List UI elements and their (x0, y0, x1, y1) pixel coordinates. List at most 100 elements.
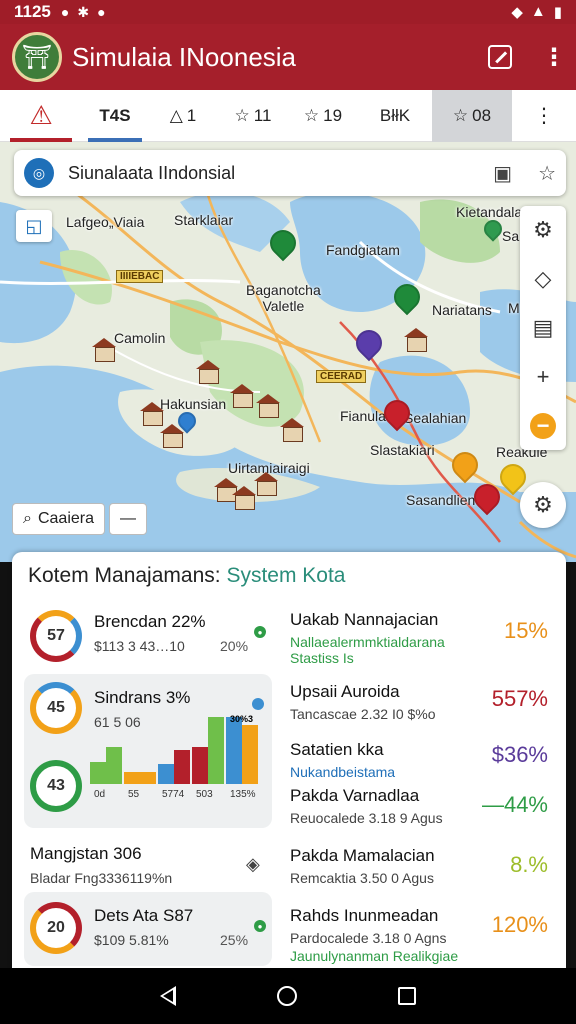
house-marker[interactable] (196, 360, 220, 384)
right-item[interactable]: Pakda Mamalacian Remcaktia 3.50 0 Agus 8… (290, 844, 560, 892)
right-item-title: Satatien kka (290, 740, 384, 759)
tab-bk[interactable]: BłłK (358, 90, 432, 142)
left-card-chart[interactable]: 45 Sindrans 3% 61 5 06 43 0d 55 5774 503 135… (24, 674, 272, 828)
right-item-sub: Pardocalede 3.18 0 Agns (290, 930, 447, 946)
settings-gear-icon[interactable]: ⚙ (520, 482, 566, 528)
right-item-value: —44% (481, 792, 548, 817)
tab-star-08[interactable]: ☆ 08 (432, 89, 512, 142)
recents-icon[interactable] (397, 987, 416, 1005)
map-search-title: Siunalaata IIndonsial (68, 162, 236, 183)
tab-warning[interactable]: ⚠ (0, 90, 82, 142)
left-card-title: Dets Ata S87 (94, 906, 194, 925)
chart-bar (208, 716, 224, 784)
star-icon[interactable]: ☆ (538, 161, 556, 186)
house-marker[interactable] (140, 402, 164, 426)
right-item[interactable]: Pakda Varnadlaa Reuocalede 3.18 9 Agus —… (290, 784, 560, 832)
tab-label: T4S (99, 105, 131, 125)
tab-t4s[interactable]: T4S (82, 90, 148, 142)
left-card-sub: $113 3 43…10 (94, 638, 185, 654)
chart-tick-label: 0d (94, 789, 106, 800)
map-view[interactable]: Lafgeo„Viaia Starklaiar Fandgiatam Bagan… (0, 142, 576, 562)
left-card[interactable]: 57 Brencdan 22% $113 3 43…10 20% ● (24, 604, 272, 672)
status-dot-icon: ● (254, 626, 266, 638)
eraser-icon[interactable]: ◇ (535, 266, 552, 292)
tab-triangle[interactable]: △ 1 (148, 90, 218, 142)
map-label: Starklaiar (174, 212, 234, 228)
diamond-icon[interactable]: ◈ (246, 854, 260, 875)
right-item-title: Pakda Varnadlaa (290, 786, 420, 805)
map-search-card[interactable]: ◎ Siunalaata IIndonsial ▣ ☆ (14, 150, 566, 196)
chart-top-label: 30%3 (230, 714, 254, 724)
right-item-value: $36% (491, 742, 548, 767)
house-marker[interactable] (280, 418, 304, 442)
back-icon[interactable] (160, 986, 177, 1006)
right-item[interactable]: Rahds Inunmeadan Pardocalede 3.18 0 Agns… (290, 904, 560, 966)
house-marker[interactable] (256, 394, 280, 418)
signal-icon: ▲ (530, 3, 546, 20)
map-label: Sealahian (404, 410, 467, 426)
right-item-sub: Nallaealermmktialdarana (290, 634, 445, 650)
chart-bar (174, 750, 190, 784)
right-item[interactable]: Uakab Nannajacian Nallaealermmktialdaran… (290, 608, 560, 668)
layers-icon[interactable]: ◱ (16, 210, 52, 242)
tab-star-19[interactable]: ☆ 19 (288, 90, 358, 142)
gear-icon[interactable]: ⚙ (533, 217, 553, 243)
chart-bar (90, 762, 106, 784)
chart-tick-label: 135% (230, 789, 256, 800)
star-icon: ☆ (303, 105, 320, 125)
app-title: Simulaia INoonesia (72, 41, 297, 72)
chart-bar (140, 772, 156, 784)
right-item-title: Uakab Nannajacian (290, 610, 439, 629)
right-item-value: 8.% (510, 852, 548, 877)
right-item-title: Upsaii Auroida (290, 682, 400, 701)
left-card[interactable]: 20 Dets Ata S87 $109 5.81% 25% ● (24, 892, 272, 966)
right-item[interactable]: Satatien kka Nukandbeistama $36% (290, 738, 560, 780)
left-card-pct: 20% (220, 638, 249, 654)
left-card[interactable]: Mangjstan 306 Bladar Fng3336119%n ◈ (24, 838, 272, 890)
chart-bar (158, 763, 174, 784)
left-card-title: Brencdan 22% (94, 612, 206, 631)
system-nav-bar (0, 968, 576, 1024)
left-card-sub: Bladar Fng3336119%n (30, 870, 173, 886)
right-item-title: Rahds Inunmeadan (290, 906, 439, 925)
map-label: M (508, 300, 520, 316)
map-label: Slastakiari (370, 442, 435, 458)
star-icon: ☆ (234, 105, 250, 125)
lock-icon[interactable]: ▤ (533, 315, 554, 341)
edit-icon[interactable] (488, 45, 512, 69)
camera-icon: ● (60, 3, 70, 20)
house-marker[interactable] (92, 338, 116, 362)
right-item-value: 557% (491, 686, 548, 711)
more-icon[interactable]: ⋮ (542, 43, 566, 72)
house-marker[interactable] (404, 328, 428, 352)
right-item-sub: Reuocalede 3.18 9 Agus (290, 810, 443, 826)
map-bottom-controls: ⌕ Caaiera — (12, 503, 147, 535)
house-marker[interactable] (160, 424, 184, 448)
right-item-sub2: Jaunulynanman Realikgiae (290, 948, 459, 964)
tab-star-11[interactable]: ☆ 11 (218, 90, 288, 142)
progress-ring: 45 (30, 682, 82, 734)
house-marker[interactable] (230, 384, 254, 408)
progress-ring: 43 (30, 760, 82, 812)
minimize-button[interactable]: — (109, 503, 147, 535)
status-bar: 1125 ● ✱ ● ◆ ▲ ▮ (0, 0, 576, 24)
chart-bar (226, 716, 242, 784)
left-card-pct: 25% (220, 932, 249, 948)
book-icon[interactable]: ▣ (493, 161, 512, 186)
zoom-out-icon[interactable]: − (530, 412, 556, 439)
home-icon[interactable] (276, 986, 297, 1006)
status-time: 1125 (14, 2, 51, 21)
right-item[interactable]: Upsaii Auroida Tancascae 2.32 I0 $%o 557… (290, 680, 560, 726)
tab-more-icon[interactable]: ⋮ (512, 90, 576, 142)
zoom-in-icon[interactable]: + (537, 364, 550, 390)
house-marker[interactable] (254, 472, 278, 496)
camera-button[interactable]: ⌕ Caaiera (12, 503, 105, 535)
panel-title: Kotem Manajamans: System Kota (28, 564, 346, 588)
map-label: Camolin (114, 330, 166, 346)
left-card-sub: $109 5.81% (94, 932, 169, 948)
tab-label: 19 (323, 105, 343, 125)
tab-label: BłłK (379, 105, 411, 125)
map-label: Nariatans (432, 302, 492, 318)
warning-icon: ⚠ (29, 100, 53, 130)
house-marker[interactable] (232, 486, 256, 510)
